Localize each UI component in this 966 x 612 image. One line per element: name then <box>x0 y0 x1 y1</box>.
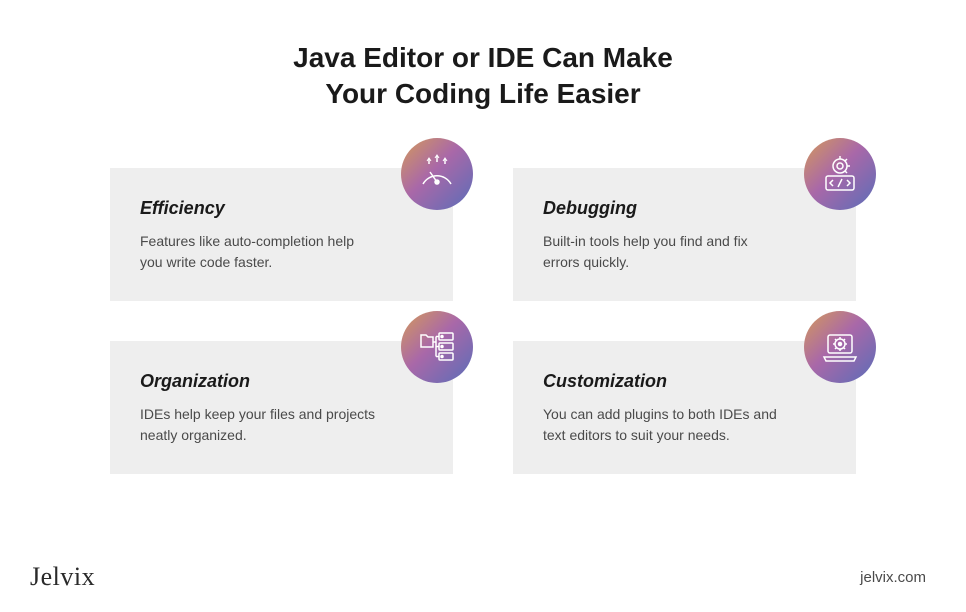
footer: Jelvix jelvix.com <box>30 562 926 592</box>
card-customization: Customization You can add plugins to bot… <box>513 341 856 474</box>
folder-tree-icon <box>401 311 473 383</box>
page-title: Java Editor or IDE Can Make Your Coding … <box>50 40 916 113</box>
laptop-gear-icon <box>804 311 876 383</box>
card-title: Efficiency <box>140 198 423 219</box>
website-link: jelvix.com <box>860 569 926 586</box>
card-debugging: Debugging Built-in tools help you find a… <box>513 168 856 301</box>
card-description: You can add plugins to both IDEs and tex… <box>543 404 783 446</box>
debug-icon <box>804 138 876 210</box>
card-title: Customization <box>543 371 826 392</box>
cards-grid: Efficiency Features like auto-completion… <box>50 168 916 474</box>
card-title: Debugging <box>543 198 826 219</box>
card-title: Organization <box>140 371 423 392</box>
card-organization: Organization IDEs help keep your files a… <box>110 341 453 474</box>
card-description: IDEs help keep your files and projects n… <box>140 404 380 446</box>
gauge-icon <box>401 138 473 210</box>
brand-logo: Jelvix <box>30 562 95 592</box>
card-efficiency: Efficiency Features like auto-completion… <box>110 168 453 301</box>
card-description: Features like auto-completion help you w… <box>140 231 380 273</box>
card-description: Built-in tools help you find and fix err… <box>543 231 783 273</box>
title-line-2: Your Coding Life Easier <box>325 78 640 109</box>
title-line-1: Java Editor or IDE Can Make <box>293 42 673 73</box>
